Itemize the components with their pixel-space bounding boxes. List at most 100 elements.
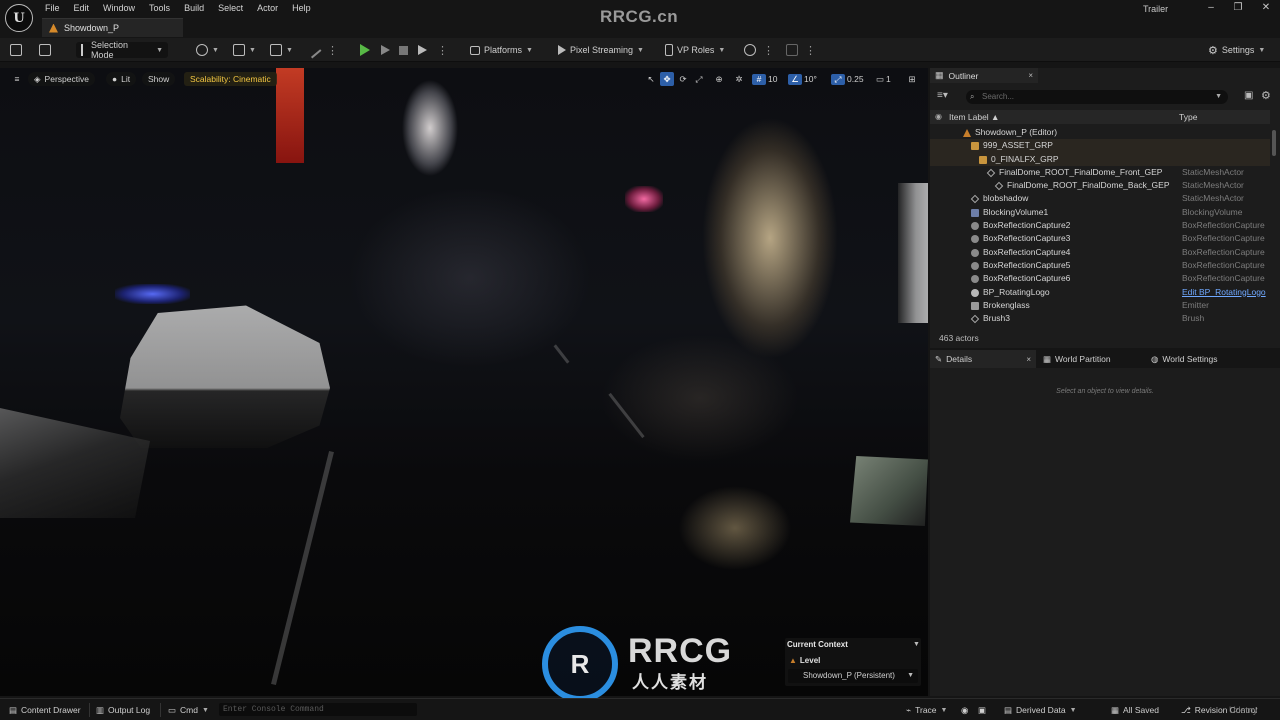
perspective-button[interactable]: ◈ Perspective — [28, 72, 95, 86]
vp-roles-dropdown[interactable]: VP Roles ▼ — [665, 42, 725, 58]
close-icon[interactable]: × — [1026, 355, 1031, 364]
list-item[interactable]: FinalDome_ROOT_FinalDome_Front_GEP Static… — [930, 166, 1270, 179]
list-item[interactable]: BoxReflectionCapture2 BoxReflectionCaptur… — [930, 219, 1270, 232]
list-item[interactable]: BoxReflectionCapture3 BoxReflectionCaptur… — [930, 232, 1270, 245]
platforms-dropdown[interactable]: Platforms ▼ — [470, 42, 533, 58]
camera-speed-button[interactable]: ▭ 1 — [876, 72, 891, 86]
list-item[interactable]: 0_FINALFX_GRP — [930, 152, 1270, 166]
play-options[interactable]: ⋮ — [437, 42, 448, 58]
list-item[interactable]: Showdown_P (Editor) — [930, 126, 1270, 139]
outliner-search-input[interactable]: ⌕ Search... ▼ — [966, 90, 1228, 104]
surface-snap-toggle[interactable]: ✲ — [732, 72, 746, 86]
translate-tool[interactable]: ✥ — [660, 72, 674, 86]
close-button[interactable]: ✕ — [1260, 2, 1272, 14]
cinematics-button[interactable]: ▼ — [270, 42, 293, 58]
stop-button[interactable] — [399, 42, 408, 58]
play-button[interactable] — [360, 42, 370, 58]
angle-snap-toggle[interactable]: ∠ 10° — [788, 72, 817, 86]
list-item[interactable]: BlockingVolume1 BlockingVolume — [930, 206, 1270, 219]
grid-snap-toggle[interactable]: # 10 — [752, 72, 777, 86]
menu-build[interactable]: Build — [184, 2, 212, 13]
scene-window — [898, 183, 928, 323]
multi-user-icon — [744, 44, 756, 56]
derived-data-dropdown[interactable]: ▤ Derived Data ▼ — [1004, 704, 1077, 716]
content-drawer-button[interactable]: ▤ Content Drawer — [9, 704, 81, 716]
layout-button[interactable]: ⊞ — [905, 72, 919, 86]
level-icon — [963, 129, 971, 137]
unreal-logo-icon[interactable]: U — [5, 4, 33, 32]
scale-snap-toggle[interactable]: ⤢ 0.25 — [831, 72, 864, 86]
settings-dropdown[interactable]: ⚙ Settings ▼ — [1208, 42, 1265, 58]
eye-icon[interactable]: ◉ — [935, 112, 942, 121]
menu-help[interactable]: Help — [292, 2, 319, 13]
scalability-indicator[interactable]: Scalability: Cinematic — [184, 72, 277, 86]
close-icon[interactable]: × — [1028, 71, 1033, 80]
show-button[interactable]: Show — [142, 72, 176, 86]
list-item[interactable]: BP_RotatingLogo Edit BP_RotatingLogo — [930, 286, 1270, 299]
screenshot-button[interactable]: ▣ — [978, 704, 986, 716]
save-button[interactable] — [10, 42, 22, 58]
list-item[interactable]: 999_ASSET_GRP — [930, 139, 1270, 153]
record-button[interactable]: ◉ — [961, 704, 968, 716]
column-type[interactable]: Type — [1179, 112, 1197, 122]
browse-button[interactable] — [39, 42, 51, 58]
menu-edit[interactable]: Edit — [74, 2, 98, 13]
minimize-button[interactable]: – — [1205, 2, 1217, 14]
output-log-label: Output Log — [108, 705, 151, 715]
blueprint-button[interactable]: ▼ — [233, 42, 256, 58]
list-item[interactable]: Brush3 Brush — [930, 312, 1270, 325]
lit-button[interactable]: ● Lit — [106, 72, 137, 86]
menu-select[interactable]: Select — [218, 2, 251, 13]
level-tab[interactable]: Showdown_P — [42, 18, 183, 37]
scale-tool[interactable]: ⤢ — [692, 72, 706, 86]
emitter-icon — [971, 301, 979, 310]
source-control-button[interactable] — [786, 42, 798, 58]
list-item[interactable]: FinalDome_ROOT_FinalDome_Back_GEP StaticM… — [930, 179, 1270, 192]
outliner-scrollbar[interactable] — [1272, 130, 1276, 156]
maximize-button[interactable]: ❐ — [1232, 2, 1244, 14]
add-folder-icon[interactable]: ▣ — [1244, 90, 1253, 101]
list-item[interactable]: BoxReflectionCapture5 BoxReflectionCaptur… — [930, 259, 1270, 272]
trace-dropdown[interactable]: ⌁ Trace ▼ — [906, 704, 947, 716]
extra-options[interactable]: ⋮ — [805, 42, 816, 58]
output-log-button[interactable]: ▥ Output Log — [96, 704, 150, 716]
context-level-dropdown[interactable]: Showdown_P (Persistent) ▼ — [788, 669, 918, 683]
add-actor-button[interactable]: ▼ — [196, 42, 219, 58]
menu-tools[interactable]: Tools — [149, 2, 178, 13]
filter-icon[interactable]: ≡▾ — [937, 90, 948, 101]
edit-blueprint-link[interactable]: Edit BP_RotatingLogo — [1182, 286, 1266, 299]
list-item[interactable]: Brokenglass Emitter — [930, 299, 1270, 312]
tab-world-partition[interactable]: ▦ World Partition — [1038, 350, 1111, 368]
viewport-menu-button[interactable]: ≡ — [10, 72, 24, 86]
rotate-tool[interactable]: ⟳ — [676, 72, 690, 86]
menu-window[interactable]: Window — [103, 2, 143, 13]
multi-user-button[interactable] — [744, 42, 756, 58]
level-viewport[interactable]: ≡ ◈ Perspective ● Lit Show Scalability: … — [0, 68, 928, 696]
all-saved-button[interactable]: ▦ All Saved — [1111, 704, 1159, 716]
tab-details[interactable]: ✎ Details × — [930, 350, 1036, 368]
gear-icon[interactable]: ⚙ — [1261, 89, 1271, 102]
tab-outliner[interactable]: ▦ Outliner × — [930, 68, 1038, 83]
select-tool[interactable]: ↖ — [644, 72, 658, 86]
menu-actor[interactable]: Actor — [257, 2, 286, 13]
tab-world-settings[interactable]: ◍ World Settings — [1146, 350, 1218, 368]
advance-frame-button[interactable] — [381, 42, 390, 58]
eject-button[interactable] — [418, 42, 427, 58]
pixel-streaming-dropdown[interactable]: Pixel Streaming ▼ — [558, 42, 644, 58]
toolbar-options[interactable]: ⋮ — [327, 42, 338, 58]
list-item[interactable]: blobshadow StaticMeshActor — [930, 192, 1270, 205]
selection-mode-dropdown[interactable]: Selection Mode ▼ — [76, 40, 168, 60]
modes-button[interactable] — [304, 41, 322, 59]
list-item[interactable]: BoxReflectionCapture6 BoxReflectionCaptur… — [930, 272, 1270, 285]
chevron-down-icon[interactable]: ▼ — [913, 641, 920, 648]
column-item-label[interactable]: Item Label ▲ — [949, 112, 999, 122]
multi-user-options[interactable]: ⋮ — [763, 42, 774, 58]
mesh-icon — [994, 181, 1004, 191]
console-command-input[interactable]: Enter Console Command — [219, 703, 417, 716]
cmd-dropdown[interactable]: ▭ Cmd ▼ — [168, 704, 209, 716]
list-item[interactable]: BoxReflectionCapture4 BoxReflectionCaptur… — [930, 246, 1270, 259]
world-local-toggle[interactable]: ⊕ — [712, 72, 726, 86]
menu-file[interactable]: File — [45, 2, 68, 13]
blueprint-actor-icon — [971, 288, 979, 297]
row-label: BP_RotatingLogo — [983, 286, 1050, 297]
